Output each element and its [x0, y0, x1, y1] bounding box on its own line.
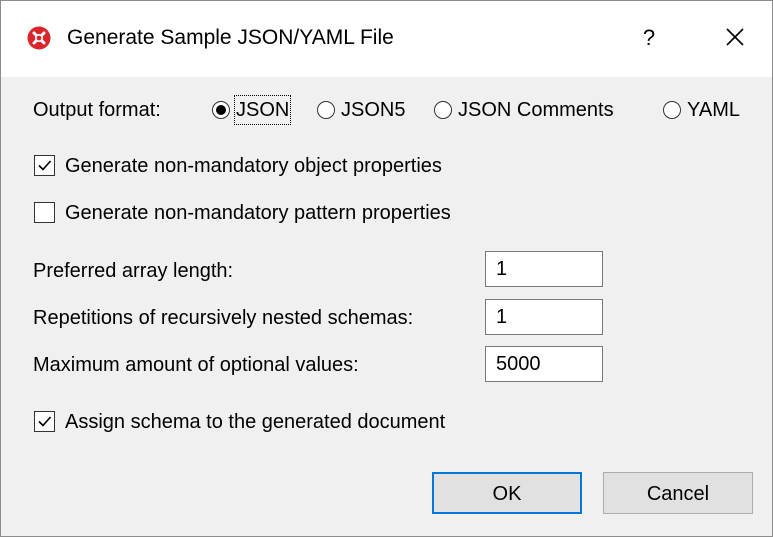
- dialog-window: Generate Sample JSON/YAML File ? Output …: [0, 0, 773, 537]
- radio-json-comments[interactable]: [434, 101, 452, 119]
- checkmark-icon: [38, 160, 52, 171]
- radio-json[interactable]: [212, 101, 230, 119]
- radio-json-comments-label[interactable]: JSON Comments: [458, 97, 614, 123]
- assign-schema-label[interactable]: Assign schema to the generated document: [65, 409, 445, 435]
- dialog-content: Output format: JSON JSON5 JSON Comments …: [1, 77, 772, 536]
- optional-values-label: Maximum amount of optional values:: [33, 354, 359, 376]
- radio-yaml-label[interactable]: YAML: [687, 97, 740, 123]
- array-length-input[interactable]: [485, 251, 603, 287]
- radio-yaml[interactable]: [663, 101, 681, 119]
- close-button[interactable]: [713, 21, 757, 55]
- close-icon: [726, 28, 744, 46]
- ok-button[interactable]: OK: [432, 472, 582, 514]
- title-bar: Generate Sample JSON/YAML File ?: [1, 1, 772, 77]
- array-length-label: Preferred array length:: [33, 260, 234, 282]
- radio-json-label[interactable]: JSON: [233, 95, 292, 125]
- radio-json5-label[interactable]: JSON5: [341, 97, 405, 123]
- window-title: Generate Sample JSON/YAML File: [67, 26, 394, 49]
- object-properties-label[interactable]: Generate non-mandatory object properties: [65, 153, 442, 179]
- optional-values-input[interactable]: [485, 346, 603, 382]
- checkmark-icon: [38, 416, 52, 427]
- assign-schema-checkbox[interactable]: [34, 411, 55, 432]
- help-button[interactable]: ?: [628, 21, 670, 55]
- cancel-button[interactable]: Cancel: [603, 472, 753, 514]
- recursion-input[interactable]: [485, 299, 603, 335]
- recursion-label: Repetitions of recursively nested schema…: [33, 307, 414, 329]
- pattern-properties-label[interactable]: Generate non-mandatory pattern propertie…: [65, 200, 451, 226]
- radio-json5[interactable]: [317, 101, 335, 119]
- object-properties-checkbox[interactable]: [34, 155, 55, 176]
- pattern-properties-checkbox[interactable]: [34, 202, 55, 223]
- app-icon: [27, 26, 51, 50]
- output-format-label: Output format:: [33, 99, 161, 121]
